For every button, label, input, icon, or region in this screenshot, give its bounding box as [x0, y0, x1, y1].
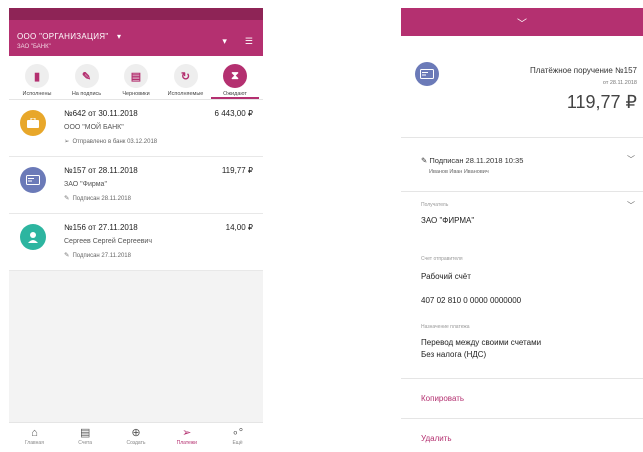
nav-label: Главная	[24, 440, 44, 446]
nav-label: Ещё	[232, 440, 243, 446]
document-status: Отправлено в банк 03.12.2018	[72, 139, 158, 145]
pen-icon: ✎	[64, 195, 70, 202]
nav-more[interactable]: ∘° Ещё	[218, 423, 258, 452]
filter-to-sign[interactable]: ✎ На подпись	[63, 60, 111, 99]
filter-done[interactable]: ▮ Исполнены	[13, 60, 61, 99]
chevron-down-icon[interactable]: ﹀	[627, 200, 635, 211]
draft-icon: ▤	[124, 64, 148, 88]
send-icon: ➢	[182, 427, 192, 439]
documents-list-screen: ООО "ОРГАНИЗАЦИЯ" ▾ ЗАО "БАНК" ▾ ☰ ▮ Исп…	[9, 8, 263, 452]
nav-label: Создать	[126, 440, 146, 446]
chevron-down-icon[interactable]: ﹀	[627, 154, 635, 165]
filter-label: На подпись	[71, 91, 102, 97]
list-item[interactable]: №157 от 28.11.2018 119,77 ₽ ЗАО "Фирма" …	[9, 157, 263, 214]
recipient-value: ЗАО "ФИРМА"	[421, 216, 475, 225]
filter-drafts[interactable]: ▤ Черновики	[112, 60, 160, 99]
account-name: Рабочий счёт	[421, 272, 471, 281]
hourglass-icon: ⧗	[223, 64, 247, 88]
document-details-screen: ﹀ Платёжное поручение №157 от 28.11.2018…	[401, 8, 643, 452]
refresh-icon: ↻	[173, 64, 198, 88]
document-header: Платёжное поручение №157 от 28.11.2018 1…	[401, 36, 643, 138]
briefcase-icon	[20, 110, 46, 136]
document-counterparty: Сергеев Сергей Сергеевич	[64, 238, 152, 245]
document-title: №156 от 27.11.2018	[64, 223, 138, 232]
document-counterparty: ЗАО "Фирма"	[64, 181, 107, 188]
card-icon	[415, 62, 439, 86]
document-status: Подписан 27.11.2018	[72, 253, 131, 259]
document-title: №642 от 30.11.2018	[64, 109, 138, 118]
nav-home[interactable]: ⌂ Главная	[14, 423, 54, 452]
signature-icon: ✎	[74, 64, 99, 88]
list-item[interactable]: №156 от 27.11.2018 14,00 ₽ Сергеев Серге…	[9, 214, 263, 271]
list-item[interactable]: №642 от 30.11.2018 6 443,00 ₽ ООО "МОЙ Б…	[9, 100, 263, 157]
collapse-header[interactable]: ﹀	[401, 8, 643, 36]
card-icon	[20, 167, 46, 193]
document-check-icon: ▮	[25, 64, 49, 88]
pen-icon: ✎	[64, 252, 70, 259]
filter-label: Черновики	[122, 91, 150, 97]
purpose-line-2: Без налога (НДС)	[421, 350, 487, 359]
nav-label: Платежи	[176, 440, 197, 446]
document-actions: Копировать Удалить	[401, 378, 643, 452]
account-label: Счет отправителя	[421, 256, 463, 262]
document-title: №157 от 28.11.2018	[64, 166, 138, 175]
filter-waiting[interactable]: ⧗ Ожидают	[211, 60, 259, 99]
document-amount: 119,77 ₽	[221, 166, 253, 175]
account-number: 407 02 810 0 0000 0000000	[421, 296, 522, 305]
purpose-label: Назначение платежа	[421, 324, 470, 330]
nav-payments[interactable]: ➢ Платежи	[167, 423, 207, 452]
more-icon: ∘°	[231, 427, 244, 439]
filter-label: Исполнены	[22, 91, 52, 97]
filter-in-progress[interactable]: ↻ Исполняемые	[162, 60, 210, 99]
bottom-navigation: ⌂ Главная ▤ Счета ⊕ Создать ➢ Платежи ∘°…	[9, 422, 263, 452]
purpose-line-1: Перевод между своими счетами	[421, 338, 542, 347]
document-amount: 119,77 ₽	[566, 92, 637, 112]
accounts-icon: ▤	[79, 427, 91, 439]
document-date: от 28.11.2018	[602, 80, 637, 86]
status-filter-bar: ▮ Исполнены ✎ На подпись ▤ Черновики ↻ И…	[9, 56, 263, 100]
filter-label: Ожидают	[223, 91, 247, 97]
filter-label: Исполняемые	[167, 91, 204, 97]
filter-menu-icon[interactable]: ☰	[245, 36, 253, 47]
signed-line: Подписан 28.11.2018 10:35	[429, 156, 524, 165]
bank-name: ЗАО "БАНК"	[17, 44, 51, 50]
organization-selector[interactable]: ООО "ОРГАНИЗАЦИЯ" ▾	[17, 32, 121, 41]
chevron-down-icon: ▾	[117, 32, 122, 41]
recipient-label: Получатель	[421, 202, 449, 208]
signer-name: Иванов Иван Иванович	[429, 169, 489, 175]
document-status: Подписан 28.11.2018	[72, 196, 131, 202]
nav-create[interactable]: ⊕ Создать	[116, 423, 156, 452]
chevron-down-icon[interactable]: ﹀	[517, 15, 527, 30]
nav-label: Счета	[78, 440, 93, 446]
person-icon	[20, 224, 46, 250]
document-counterparty: ООО "МОЙ БАНК"	[64, 124, 124, 131]
status-bar	[9, 8, 263, 20]
home-icon: ⌂	[31, 427, 38, 439]
document-amount: 14,00 ₽	[225, 223, 253, 232]
copy-button[interactable]: Копировать	[401, 378, 643, 418]
document-title: Платёжное поручение №157	[530, 66, 637, 75]
plus-circle-icon: ⊕	[131, 427, 141, 439]
documents-list: №642 от 30.11.2018 6 443,00 ₽ ООО "МОЙ Б…	[9, 100, 263, 271]
organization-name: ООО "ОРГАНИЗАЦИЯ"	[17, 32, 109, 41]
signature-info[interactable]: ✎ Подписан 28.11.2018 10:35 Иванов Иван …	[401, 138, 643, 192]
send-icon: ➢	[64, 138, 70, 145]
document-amount: 6 443,00 ₽	[214, 109, 253, 118]
dropdown-icon[interactable]: ▾	[222, 36, 227, 47]
delete-button[interactable]: Удалить	[401, 418, 643, 452]
nav-accounts[interactable]: ▤ Счета	[65, 423, 105, 452]
app-header: ООО "ОРГАНИЗАЦИЯ" ▾ ЗАО "БАНК" ▾ ☰	[9, 8, 263, 56]
